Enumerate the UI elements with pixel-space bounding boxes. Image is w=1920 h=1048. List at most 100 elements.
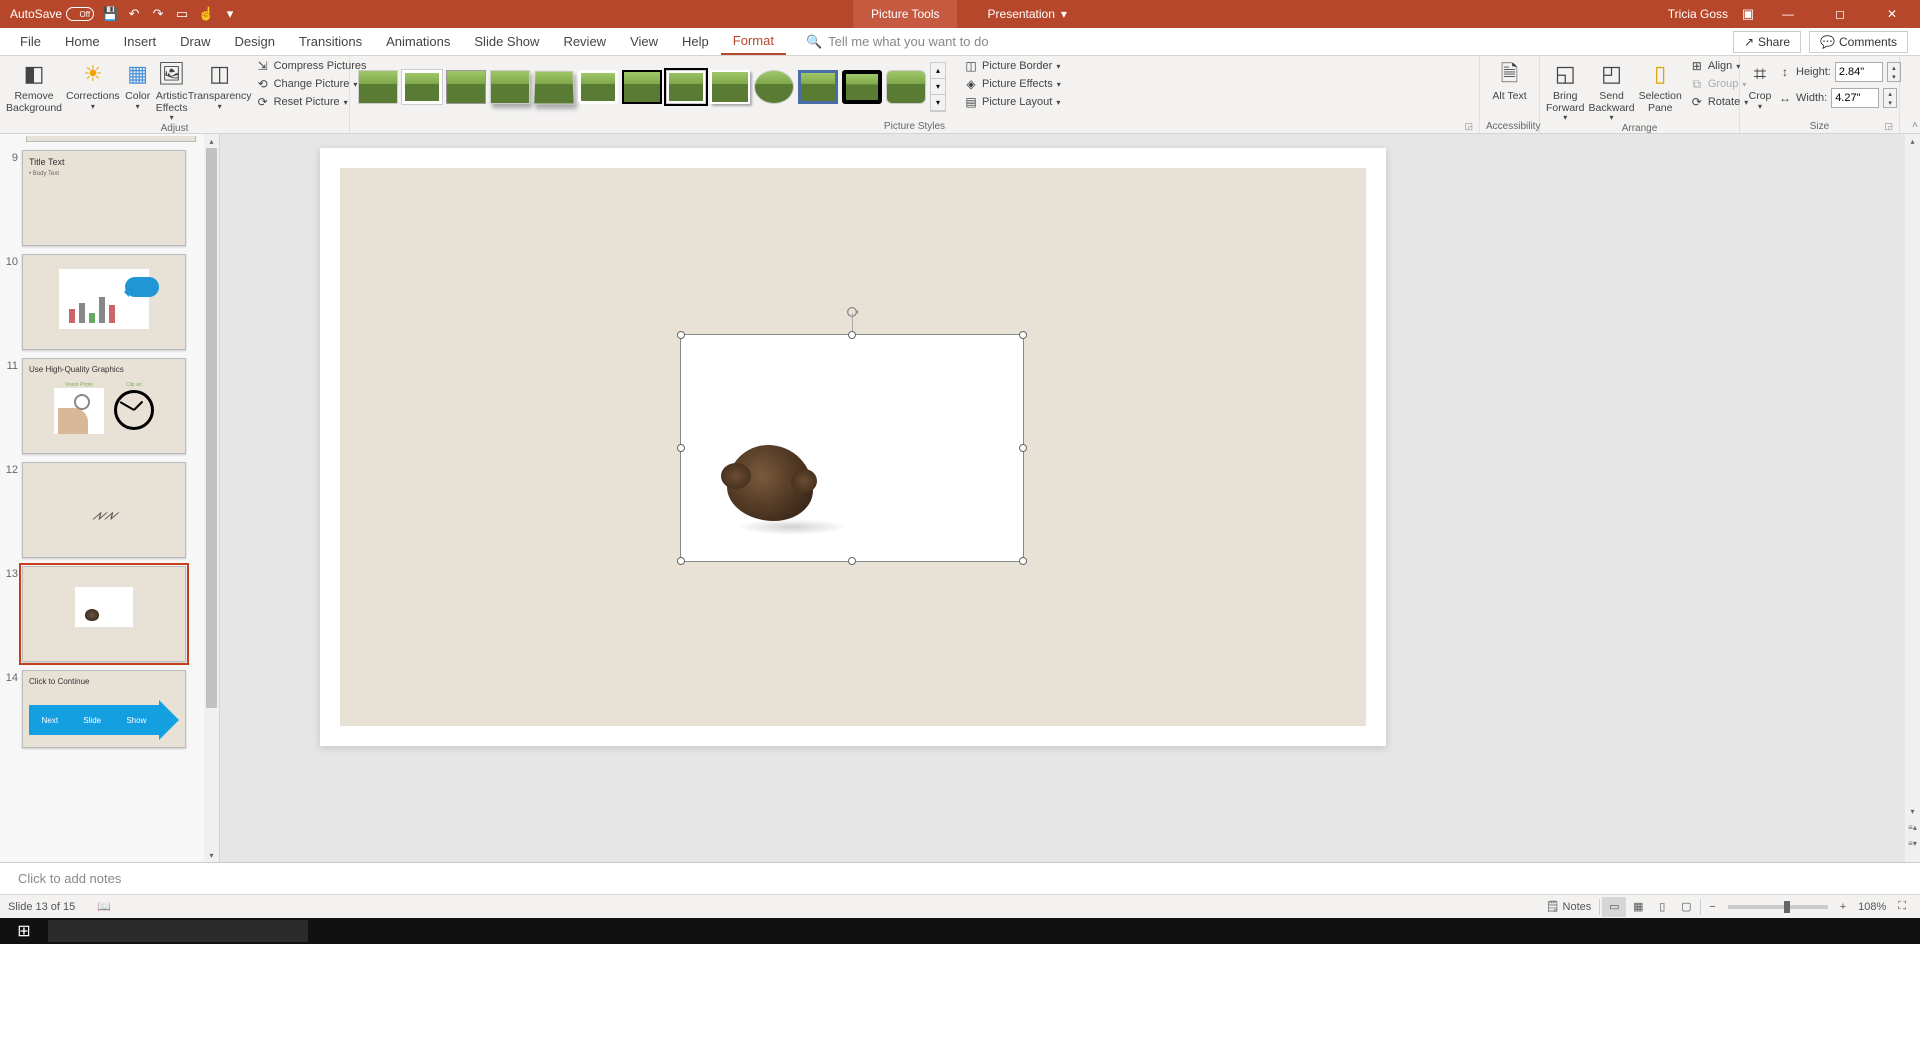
color-button[interactable]: ▦ Color ▾ [124, 58, 152, 111]
tab-help[interactable]: Help [670, 28, 721, 55]
style-thumb-6[interactable] [578, 70, 618, 104]
touch-mode-icon[interactable]: ☝ [198, 6, 214, 22]
collapse-ribbon-icon[interactable]: ˄ [1912, 120, 1918, 131]
handle-tm[interactable] [848, 331, 856, 339]
reading-view-icon[interactable]: ▯ [1650, 897, 1674, 917]
picture-border-button[interactable]: ◫Picture Border▾ [960, 58, 1065, 74]
height-spin-up[interactable]: ▴ [1888, 63, 1900, 72]
save-icon[interactable]: 💾 [102, 6, 118, 22]
corrections-button[interactable]: ☀ Corrections ▾ [66, 58, 120, 111]
style-thumb-7[interactable] [622, 70, 662, 104]
document-title[interactable]: Presentation ▾ [988, 7, 1067, 21]
slide-thumb-10[interactable]: 10 ✦ [4, 254, 200, 350]
width-spin-up[interactable]: ▴ [1884, 89, 1896, 98]
send-backward-button[interactable]: ◰ Send Backward ▾ [1589, 58, 1635, 123]
notes-pane[interactable]: Click to add notes [0, 862, 1920, 894]
spell-check-icon[interactable]: 📖 [91, 895, 117, 919]
size-launcher-icon[interactable]: ◲ [1884, 121, 1893, 132]
style-thumb-4[interactable] [490, 70, 530, 104]
normal-view-icon[interactable]: ▭ [1602, 897, 1626, 917]
canvas-scroll-down[interactable]: ▾ [1905, 804, 1920, 818]
tab-slideshow[interactable]: Slide Show [462, 28, 551, 55]
tab-file[interactable]: File [8, 28, 53, 55]
start-from-beginning-icon[interactable]: ▭ [174, 6, 190, 22]
next-slide-icon[interactable]: ≡▾ [1905, 836, 1920, 850]
slide-thumb-12[interactable]: 12 ⩘⩗⩘⩗ [4, 462, 200, 558]
style-thumb-11[interactable] [798, 70, 838, 104]
style-thumb-12[interactable] [842, 70, 882, 104]
bring-forward-button[interactable]: ◱ Bring Forward ▾ [1546, 58, 1585, 123]
tab-format[interactable]: Format [721, 28, 786, 55]
slide-background[interactable] [320, 148, 1386, 746]
zoom-in-button[interactable]: + [1834, 895, 1852, 919]
style-thumb-13[interactable] [886, 70, 926, 104]
gallery-scroll-down[interactable]: ▾ [931, 79, 945, 95]
notes-button[interactable]: 🗒Notes [1540, 895, 1598, 919]
zoom-percent[interactable]: 108% [1852, 901, 1892, 913]
handle-tr[interactable] [1019, 331, 1027, 339]
height-input[interactable] [1835, 62, 1883, 82]
zoom-slider-handle[interactable] [1784, 901, 1790, 913]
user-name[interactable]: Tricia Goss [1668, 7, 1728, 21]
thumb-scroll-up[interactable]: ▴ [204, 134, 219, 148]
maximize-button[interactable]: ◻ [1820, 0, 1860, 28]
style-thumb-2[interactable] [402, 70, 442, 104]
handle-mr[interactable] [1019, 444, 1027, 452]
width-spin-down[interactable]: ▾ [1884, 98, 1896, 107]
tab-review[interactable]: Review [551, 28, 618, 55]
style-thumb-8[interactable] [666, 70, 706, 104]
thumbnail-scrollbar[interactable]: ▴ ▾ [204, 134, 219, 862]
start-button[interactable]: ⊞ [0, 918, 48, 944]
tab-animations[interactable]: Animations [374, 28, 462, 55]
comments-button[interactable]: 💬 Comments [1809, 31, 1908, 53]
style-thumb-3[interactable] [446, 70, 486, 104]
prev-slide-icon[interactable]: ≡▴ [1905, 820, 1920, 834]
slide-thumb-13[interactable]: 13 [4, 566, 200, 662]
handle-br[interactable] [1019, 557, 1027, 565]
qat-customize-icon[interactable]: ▾ [222, 6, 238, 22]
styles-launcher-icon[interactable]: ◲ [1464, 121, 1473, 132]
style-thumb-1[interactable] [358, 70, 398, 104]
minimize-button[interactable]: ― [1768, 0, 1808, 28]
transparency-button[interactable]: ◫ Transparency ▾ [192, 58, 248, 111]
tab-transitions[interactable]: Transitions [287, 28, 374, 55]
selected-picture[interactable] [680, 334, 1024, 562]
tab-insert[interactable]: Insert [112, 28, 169, 55]
tab-design[interactable]: Design [223, 28, 287, 55]
picture-layout-button[interactable]: ▤Picture Layout▾ [960, 94, 1065, 110]
thumb-scroll-handle[interactable] [206, 148, 217, 708]
height-spin-down[interactable]: ▾ [1888, 72, 1900, 81]
autosave-toggle[interactable]: AutoSave Off [10, 7, 94, 21]
tab-draw[interactable]: Draw [168, 28, 222, 55]
canvas-scrollbar-v[interactable]: ▴ ▾ ≡▴ ≡▾ [1905, 134, 1920, 862]
slideshow-view-icon[interactable]: ▢ [1674, 897, 1698, 917]
handle-tl[interactable] [677, 331, 685, 339]
slide-sorter-view-icon[interactable]: ▦ [1626, 897, 1650, 917]
slide-thumb-9[interactable]: 9 Title Text • Body Text [4, 150, 200, 246]
redo-icon[interactable]: ↷ [150, 6, 166, 22]
gallery-scroll-up[interactable]: ▴ [931, 63, 945, 79]
handle-ml[interactable] [677, 444, 685, 452]
thumb-scroll-down[interactable]: ▾ [204, 848, 219, 862]
tab-view[interactable]: View [618, 28, 670, 55]
artistic-effects-button[interactable]: 🖼 Artistic Effects ▾ [156, 58, 188, 123]
style-thumb-10[interactable] [754, 70, 794, 104]
contextual-tab-picture-tools[interactable]: Picture Tools [853, 0, 957, 28]
share-button[interactable]: ↗ Share [1733, 31, 1801, 53]
gallery-more-button[interactable]: ▾ [931, 95, 945, 111]
canvas-scroll-up[interactable]: ▴ [1905, 134, 1920, 148]
selection-pane-button[interactable]: ▯ Selection Pane [1639, 58, 1682, 114]
picture-effects-button[interactable]: ◈Picture Effects▾ [960, 76, 1065, 92]
style-thumb-5[interactable] [533, 71, 575, 105]
crop-button[interactable]: ⌗ Crop ▾ [1746, 58, 1774, 111]
fit-to-window-icon[interactable]: ⛶ [1892, 895, 1912, 919]
width-input[interactable] [1831, 88, 1879, 108]
alt-text-button[interactable]: 🗎 Alt Text [1486, 58, 1533, 103]
tell-me-search[interactable]: 🔍 Tell me what you want to do [806, 28, 989, 55]
taskbar-search[interactable] [48, 920, 308, 942]
slide-thumb-14[interactable]: 14 Click to Continue Next Slide Show [4, 670, 200, 748]
undo-icon[interactable]: ↶ [126, 6, 142, 22]
close-button[interactable]: ✕ [1872, 0, 1912, 28]
remove-background-button[interactable]: ◧ Remove Background [6, 58, 62, 114]
tab-home[interactable]: Home [53, 28, 112, 55]
